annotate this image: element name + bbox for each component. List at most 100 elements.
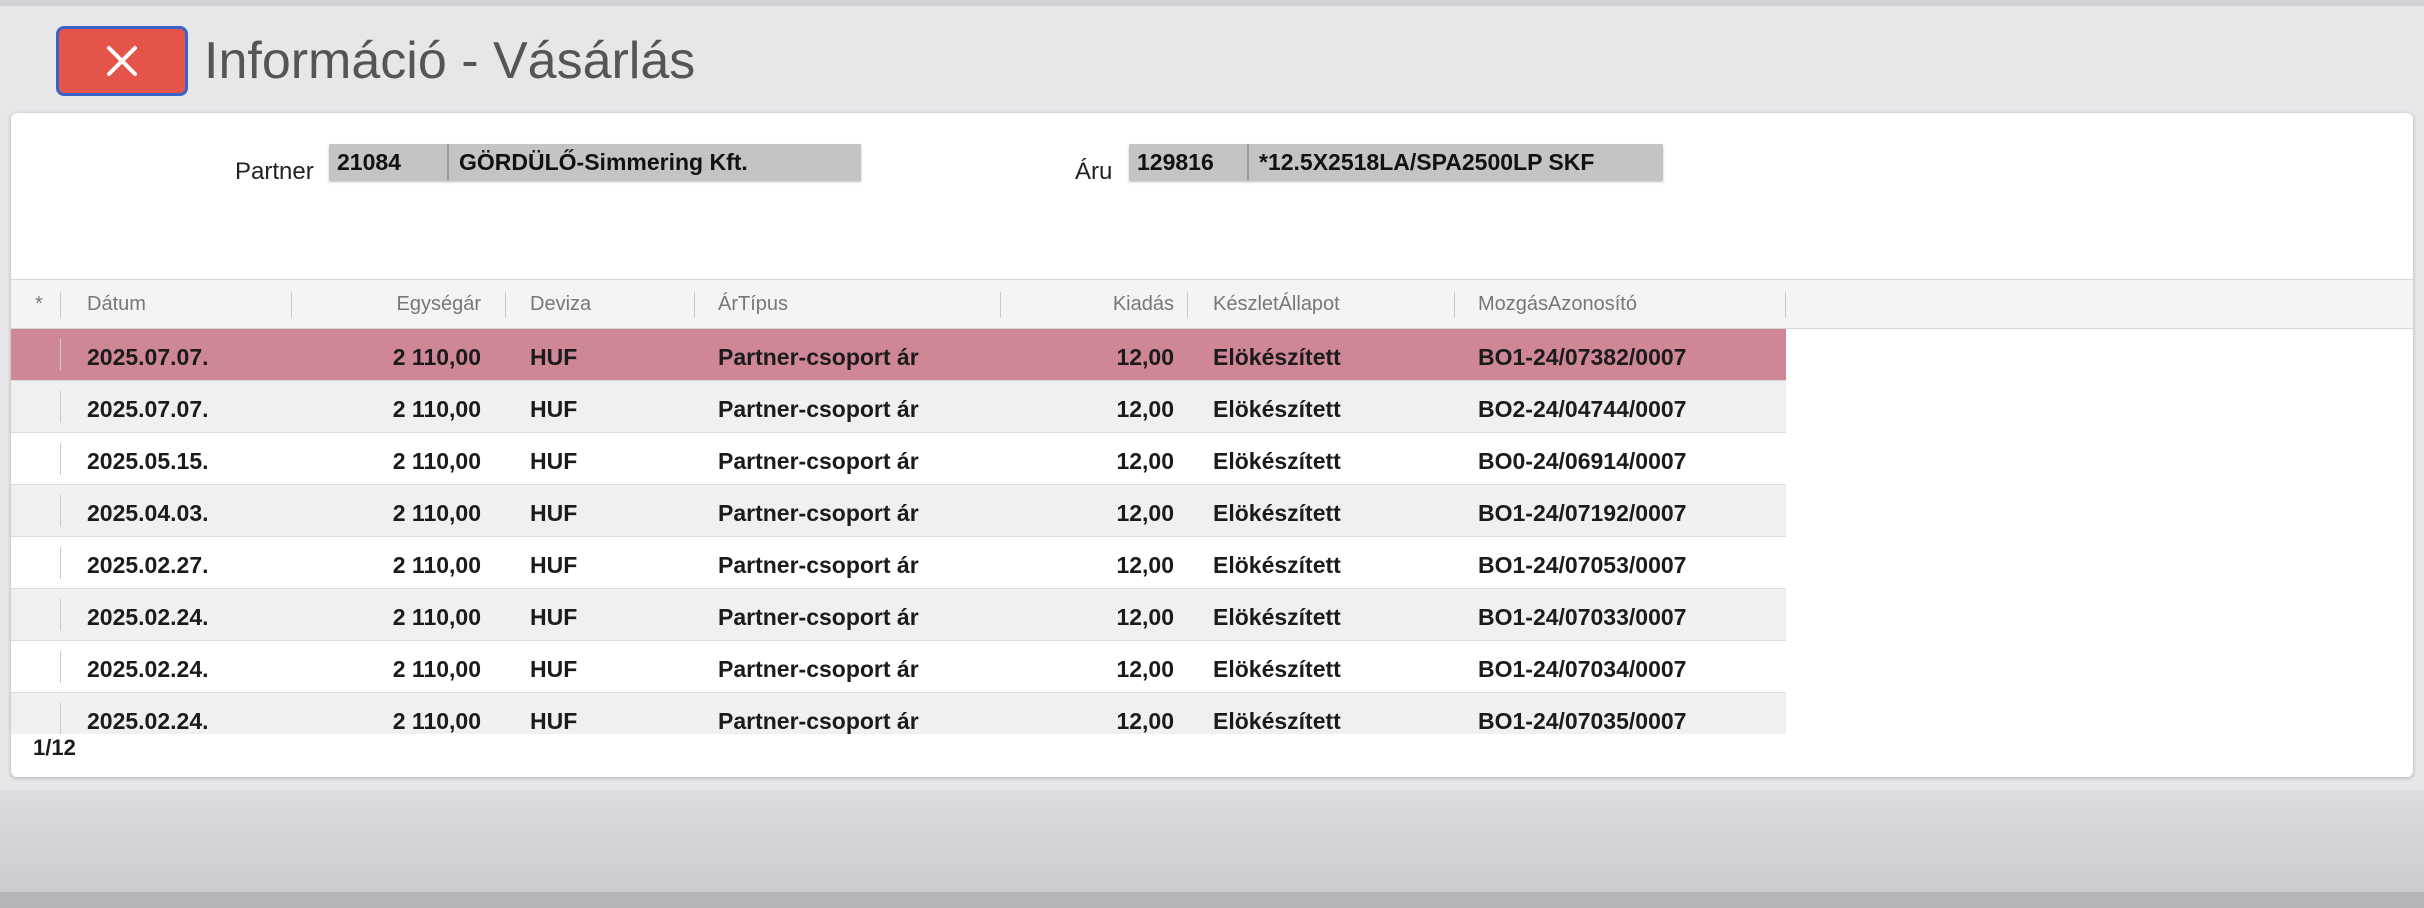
cell-artipus: Partner-csoport ár: [718, 344, 919, 370]
table-row[interactable]: 2025.04.03. 2 110,00 HUF Partner-csoport ár…: [11, 485, 1786, 537]
cell-egysegar: 2 110,00: [392, 552, 481, 578]
cell-egysegar: 2 110,00: [392, 500, 481, 526]
row-marker-divider: [60, 547, 61, 579]
cell-datum: 2025.07.07.: [87, 396, 209, 422]
partner-code: 21084: [329, 144, 449, 180]
cell-artipus: Partner-csoport ár: [718, 604, 919, 630]
table-row[interactable]: 2025.07.07. 2 110,00 HUF Partner-csoport ár…: [11, 329, 1786, 381]
cell-datum: 2025.05.15.: [87, 448, 209, 474]
column-header-artipus[interactable]: ÁrTípus: [718, 280, 788, 328]
column-header-mozgas[interactable]: MozgásAzonosító: [1478, 280, 1637, 328]
cell-keszlet: Elökészített: [1213, 552, 1341, 578]
cell-datum: 2025.02.27.: [87, 552, 209, 578]
column-divider: [1785, 292, 1786, 318]
cell-keszlet: Elökészített: [1213, 500, 1341, 526]
table-row[interactable]: 2025.07.07. 2 110,00 HUF Partner-csoport ár…: [11, 381, 1786, 433]
cell-mozgas: BO1-24/07034/0007: [1478, 656, 1687, 682]
close-icon: [107, 46, 137, 76]
column-divider: [1454, 292, 1455, 318]
cell-datum: 2025.04.03.: [87, 500, 209, 526]
cell-datum: 2025.02.24.: [87, 656, 209, 682]
cell-egysegar: 2 110,00: [392, 344, 481, 370]
cell-mozgas: BO1-24/07382/0007: [1478, 344, 1687, 370]
cell-deviza: HUF: [530, 604, 578, 630]
cell-datum: 2025.07.07.: [87, 344, 209, 370]
background-app-row: [0, 892, 2424, 908]
table-body: 2025.07.07. 2 110,00 HUF Partner-csoport ár…: [11, 329, 1786, 734]
background-app-strip: [0, 0, 2424, 6]
row-marker-divider: [60, 703, 61, 734]
cell-egysegar: 2 110,00: [392, 396, 481, 422]
table-row[interactable]: 2025.02.24. 2 110,00 HUF Partner-csoport ár…: [11, 693, 1786, 734]
cell-mozgas: BO1-24/07033/0007: [1478, 604, 1687, 630]
cell-artipus: Partner-csoport ár: [718, 448, 919, 474]
row-marker-divider: [60, 599, 61, 631]
cell-artipus: Partner-csoport ár: [718, 708, 919, 734]
cell-artipus: Partner-csoport ár: [718, 656, 919, 682]
column-header-deviza[interactable]: Deviza: [530, 280, 591, 328]
cell-kiadas: 12,00: [1116, 448, 1174, 474]
row-marker-divider: [60, 391, 61, 423]
close-button[interactable]: [56, 26, 188, 96]
cell-keszlet: Elökészített: [1213, 656, 1341, 682]
column-divider: [60, 292, 61, 318]
cell-deviza: HUF: [530, 396, 578, 422]
aru-name: *12.5X2518LA/SPA2500LP SKF: [1259, 149, 1595, 175]
row-marker-divider: [60, 339, 61, 371]
aru-code: 129816: [1129, 144, 1249, 180]
row-marker-divider: [60, 443, 61, 475]
cell-kiadas: 12,00: [1116, 708, 1174, 734]
cell-kiadas: 12,00: [1116, 396, 1174, 422]
partner-field[interactable]: 21084 GÖRDÜLŐ-Simmering Kft.: [329, 144, 861, 180]
row-marker-divider: [60, 651, 61, 683]
cell-mozgas: BO1-24/07192/0007: [1478, 500, 1687, 526]
cell-keszlet: Elökészített: [1213, 344, 1341, 370]
info-panel: Partner 21084 GÖRDÜLŐ-Simmering Kft. Áru…: [11, 113, 2413, 777]
cell-datum: 2025.02.24.: [87, 604, 209, 630]
cell-artipus: Partner-csoport ár: [718, 396, 919, 422]
cell-egysegar: 2 110,00: [392, 448, 481, 474]
cell-keszlet: Elökészített: [1213, 604, 1341, 630]
cell-deviza: HUF: [530, 448, 578, 474]
aru-field[interactable]: 129816 *12.5X2518LA/SPA2500LP SKF: [1129, 144, 1663, 180]
window-title: Információ - Vásárlás: [204, 32, 696, 90]
column-divider: [1000, 292, 1001, 318]
cell-keszlet: Elökészített: [1213, 396, 1341, 422]
cell-datum: 2025.02.24.: [87, 708, 209, 734]
cell-mozgas: BO1-24/07053/0007: [1478, 552, 1687, 578]
cell-kiadas: 12,00: [1116, 344, 1174, 370]
column-divider: [291, 292, 292, 318]
background-app-area: [0, 790, 2424, 908]
partner-label: Partner: [235, 158, 314, 185]
column-header-egysegar[interactable]: Egységár: [311, 280, 482, 328]
cell-deviza: HUF: [530, 500, 578, 526]
column-header-keszlet[interactable]: KészletÁllapot: [1213, 280, 1340, 328]
table-row[interactable]: 2025.02.24. 2 110,00 HUF Partner-csoport ár…: [11, 589, 1786, 641]
cell-artipus: Partner-csoport ár: [718, 552, 919, 578]
cell-deviza: HUF: [530, 656, 578, 682]
cell-kiadas: 12,00: [1116, 604, 1174, 630]
cell-kiadas: 12,00: [1116, 500, 1174, 526]
column-header-marker[interactable]: *: [35, 280, 43, 328]
cell-egysegar: 2 110,00: [392, 708, 481, 734]
table-row[interactable]: 2025.02.24. 2 110,00 HUF Partner-csoport ár…: [11, 641, 1786, 693]
column-divider: [505, 292, 506, 318]
cell-deviza: HUF: [530, 344, 578, 370]
cell-mozgas: BO1-24/07035/0007: [1478, 708, 1687, 734]
cell-deviza: HUF: [530, 708, 578, 734]
pager-indicator: 1/12: [33, 735, 76, 760]
cell-deviza: HUF: [530, 552, 578, 578]
column-header-kiadas[interactable]: Kiadás: [1021, 280, 1174, 328]
column-header-datum[interactable]: Dátum: [87, 280, 146, 328]
partner-name: GÖRDÜLŐ-Simmering Kft.: [459, 149, 748, 175]
cell-mozgas: BO0-24/06914/0007: [1478, 448, 1687, 474]
column-divider: [1187, 292, 1188, 318]
cell-egysegar: 2 110,00: [392, 604, 481, 630]
table-row[interactable]: 2025.02.27. 2 110,00 HUF Partner-csoport ár…: [11, 537, 1786, 589]
cell-kiadas: 12,00: [1116, 552, 1174, 578]
cell-egysegar: 2 110,00: [392, 656, 481, 682]
cell-keszlet: Elökészített: [1213, 708, 1341, 734]
column-divider: [694, 292, 695, 318]
table-row[interactable]: 2025.05.15. 2 110,00 HUF Partner-csoport ár…: [11, 433, 1786, 485]
cell-keszlet: Elökészített: [1213, 448, 1341, 474]
